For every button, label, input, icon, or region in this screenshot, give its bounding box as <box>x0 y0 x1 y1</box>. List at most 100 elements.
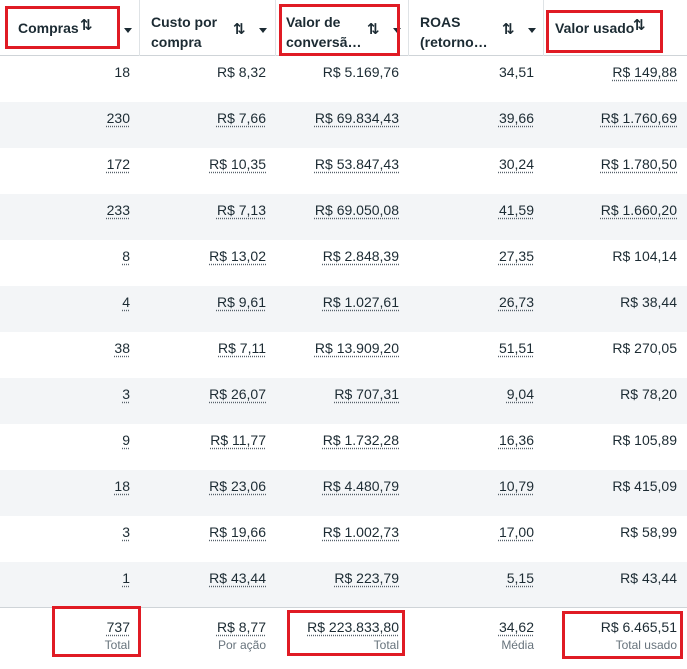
cell-value[interactable]: 39,66 <box>499 110 534 126</box>
cell-value[interactable]: 27,35 <box>499 248 534 264</box>
cell-value[interactable]: R$ 23,06 <box>209 478 266 494</box>
cell-value[interactable]: R$ 7,13 <box>217 202 266 218</box>
cell-value[interactable]: 4 <box>122 294 130 310</box>
cell-value[interactable]: R$ 1.027,61 <box>323 294 399 310</box>
cell-value[interactable]: R$ 1.780,50 <box>601 156 677 172</box>
cell-value[interactable]: 230 <box>107 110 130 126</box>
cell-value[interactable]: R$ 10,35 <box>209 156 266 172</box>
cell-compras: 18 <box>0 56 140 102</box>
cell-compras: 3 <box>0 516 140 562</box>
total-label: Média <box>501 638 534 652</box>
cell-value[interactable]: 172 <box>107 156 130 172</box>
cell-value[interactable]: 10,79 <box>499 478 534 494</box>
cell-value[interactable]: R$ 19,66 <box>209 524 266 540</box>
cell-value[interactable]: R$ 707,31 <box>334 386 399 402</box>
column-header-valor-usado[interactable]: Valor usado ⇅ <box>545 0 687 56</box>
table-row: 8 R$ 13,02 R$ 2.848,39 27,35 R$ 104,14 <box>0 240 687 286</box>
cell-valor-conversao: R$ 707,31 <box>277 378 409 424</box>
column-header-custo-por-compra[interactable]: Custo por compra ⇅ <box>141 0 276 56</box>
column-header-valor-conversao[interactable]: Valor de conversã… ⇅ <box>277 0 409 56</box>
cell-value[interactable]: R$ 4.480,79 <box>323 478 399 494</box>
total-value[interactable]: 34,62 <box>499 617 534 637</box>
cell-compras: 1 <box>0 562 140 608</box>
cell-valor-usado: R$ 38,44 <box>545 286 687 332</box>
cell-value[interactable]: 9,04 <box>507 386 534 402</box>
cell-value[interactable]: 18 <box>114 478 130 494</box>
cell-value[interactable]: 9 <box>122 432 130 448</box>
cell-value[interactable]: 233 <box>107 202 130 218</box>
cell-value[interactable]: 26,73 <box>499 294 534 310</box>
sort-arrows-icon[interactable]: ⇅ <box>233 20 246 38</box>
cell-value[interactable]: 38 <box>114 340 130 356</box>
cell-custo-por-compra: R$ 26,07 <box>141 378 276 424</box>
cell-value[interactable]: R$ 13.909,20 <box>315 340 399 356</box>
cell-value[interactable]: 17,00 <box>499 524 534 540</box>
table-row: 9 R$ 11,77 R$ 1.732,28 16,36 R$ 105,89 <box>0 424 687 470</box>
cell-value[interactable]: R$ 2.848,39 <box>323 248 399 264</box>
cell-value[interactable]: R$ 7,66 <box>217 110 266 126</box>
cell-value[interactable]: R$ 53.847,43 <box>315 156 399 172</box>
cell-value[interactable]: 30,24 <box>499 156 534 172</box>
caret-down-icon[interactable] <box>393 28 401 33</box>
cell-valor-usado: R$ 105,89 <box>545 424 687 470</box>
cell-value[interactable]: 3 <box>122 524 130 540</box>
cell-roas: 10,79 <box>410 470 544 516</box>
table-row: 1 R$ 43,44 R$ 223,79 5,15 R$ 43,44 <box>0 562 687 608</box>
sort-arrows-icon[interactable]: ⇅ <box>502 20 515 38</box>
cell-value[interactable]: 51,51 <box>499 340 534 356</box>
cell-custo-por-compra: R$ 7,13 <box>141 194 276 240</box>
cell-valor-usado: R$ 149,88 <box>545 56 687 102</box>
total-value[interactable]: 737 <box>107 617 130 637</box>
caret-down-icon[interactable] <box>124 28 132 33</box>
cell-valor-conversao: R$ 1.002,73 <box>277 516 409 562</box>
cell-compras: 233 <box>0 194 140 240</box>
cell-valor-usado: R$ 78,20 <box>545 378 687 424</box>
cell-value[interactable]: R$ 149,88 <box>612 64 677 80</box>
total-value[interactable]: R$ 8,77 <box>217 617 266 637</box>
sort-arrows-icon[interactable]: ⇅ <box>633 16 646 34</box>
cell-value[interactable]: R$ 43,44 <box>209 570 266 586</box>
cell-value[interactable]: R$ 223,79 <box>334 570 399 586</box>
cell-value[interactable]: 16,36 <box>499 432 534 448</box>
cell-valor-usado: R$ 415,09 <box>545 470 687 516</box>
total-value[interactable]: R$ 223.833,80 <box>307 617 399 637</box>
sort-arrows-icon[interactable]: ⇅ <box>367 20 380 38</box>
cell-custo-por-compra: R$ 23,06 <box>141 470 276 516</box>
cell-value[interactable]: R$ 7,11 <box>218 340 266 356</box>
cell-value[interactable]: R$ 1.732,28 <box>323 432 399 448</box>
cell-value[interactable]: R$ 11,77 <box>210 432 266 448</box>
caret-down-icon[interactable] <box>259 28 267 33</box>
cell-value[interactable]: R$ 69.834,43 <box>315 110 399 126</box>
cell-value: R$ 43,44 <box>620 570 677 586</box>
cell-valor-conversao: R$ 223,79 <box>277 562 409 608</box>
table-row: 18 R$ 8,32 R$ 5.169,76 34,51 R$ 149,88 <box>0 56 687 102</box>
cell-value[interactable]: R$ 26,07 <box>209 386 266 402</box>
total-valor-conversao: R$ 223.833,80 Total <box>277 608 409 669</box>
cell-value[interactable]: 41,59 <box>499 202 534 218</box>
totals-row: 737 Total R$ 8,77 Por ação R$ 223.833,80… <box>0 607 687 669</box>
column-header-roas[interactable]: ROAS (retorno… ⇅ <box>410 0 544 56</box>
cell-valor-usado: R$ 1.660,20 <box>545 194 687 240</box>
cell-value[interactable]: 1 <box>122 570 130 586</box>
sort-arrows-icon[interactable]: ⇅ <box>80 16 93 34</box>
cell-value[interactable]: R$ 13,02 <box>209 248 266 264</box>
cell-value[interactable]: R$ 9,61 <box>217 294 266 310</box>
cell-value[interactable]: R$ 1.760,69 <box>601 110 677 126</box>
cell-value: R$ 270,05 <box>612 340 677 356</box>
caret-down-icon[interactable] <box>528 28 536 33</box>
cell-value[interactable]: R$ 1.002,73 <box>323 524 399 540</box>
cell-value[interactable]: R$ 1.660,20 <box>601 202 677 218</box>
cell-custo-por-compra: R$ 9,61 <box>141 286 276 332</box>
cell-value[interactable]: 8 <box>122 248 130 264</box>
cell-compras: 3 <box>0 378 140 424</box>
cell-roas: 17,00 <box>410 516 544 562</box>
cell-custo-por-compra: R$ 11,77 <box>141 424 276 470</box>
table-row: 38 R$ 7,11 R$ 13.909,20 51,51 R$ 270,05 <box>0 332 687 378</box>
total-value: R$ 6.465,51 <box>600 619 677 635</box>
column-header-compras[interactable]: Compras ⇅ <box>0 0 140 56</box>
cell-value[interactable]: 5,15 <box>507 570 534 586</box>
cell-roas: 16,36 <box>410 424 544 470</box>
cell-value[interactable]: 3 <box>122 386 130 402</box>
table-row: 172 R$ 10,35 R$ 53.847,43 30,24 R$ 1.780,50 <box>0 148 687 194</box>
cell-value[interactable]: R$ 69.050,08 <box>315 202 399 218</box>
